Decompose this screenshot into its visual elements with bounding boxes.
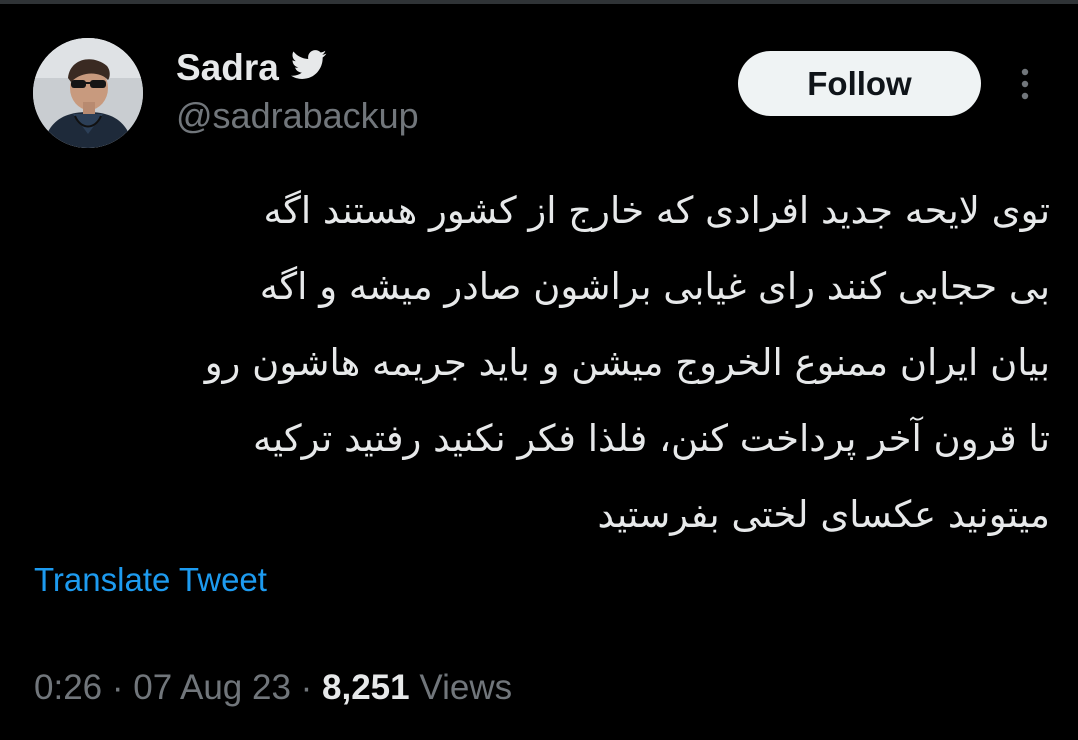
tweet-time[interactable]: 0:26 [34,668,102,707]
tweet-date[interactable]: 07 Aug 23 [133,668,291,707]
meta-separator: · [300,668,313,707]
top-divider [0,0,1078,4]
tweet-line: تا قرون آخر پرداخت کنن، فلذا فکر نکنید ر… [253,417,1050,460]
translate-tweet-link[interactable]: Translate Tweet [34,558,267,602]
avatar[interactable] [33,38,143,148]
tweet-text: توی لایحه جدید افرادی که خارج از کشور هس… [30,173,1050,553]
tweet-line: بی حجابی کنند رای غیابی براشون صادر میشه… [259,265,1050,308]
more-vertical-icon[interactable] [1010,64,1040,104]
meta-separator: · [111,668,124,707]
views-count[interactable]: 8,251 [322,668,410,707]
views-label: Views [419,668,513,707]
user-avatar-photo [33,38,143,148]
author-display-name[interactable]: Sadra [176,49,279,86]
tweet-line: توی لایحه جدید افرادی که خارج از کشور هس… [263,189,1050,232]
author-name-row: Sadra [176,44,327,90]
tweet-line: بیان ایران ممنوع الخروج میشن و باید جریم… [204,341,1050,384]
tweet-line: میتونید عکسای لختی بفرستید [597,493,1050,536]
twitter-bird-icon [290,50,327,84]
author-handle[interactable]: @sadrabackup [176,96,419,136]
tweet-meta: 0:26 · 07 Aug 23 · 8,251 Views [34,664,512,712]
follow-button[interactable]: Follow [738,51,981,116]
